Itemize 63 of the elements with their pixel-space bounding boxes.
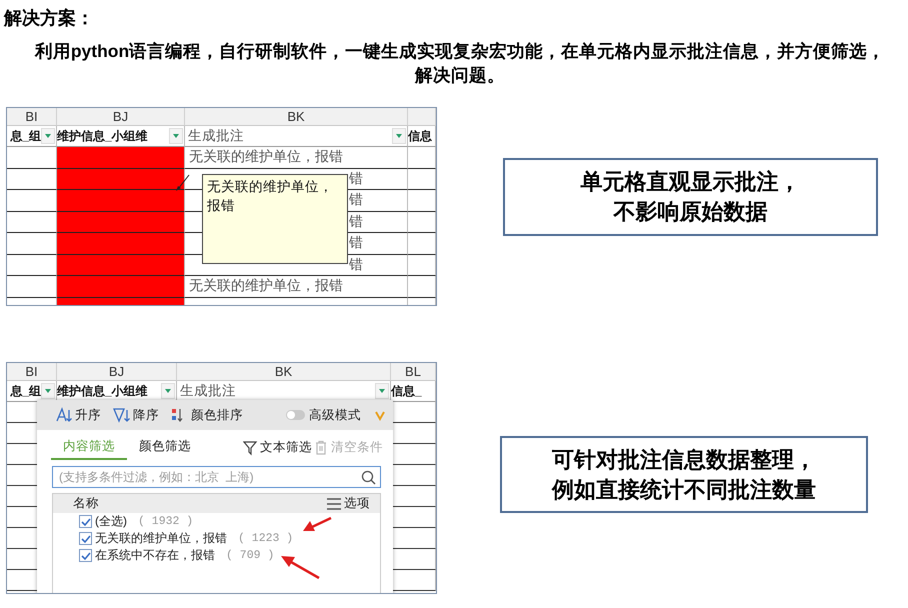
sort-button[interactable]: 颜色排序 bbox=[171, 406, 243, 424]
search-field[interactable]: (支持多条件过滤，例如：北京 上海) bbox=[52, 466, 381, 488]
color-sort-icon bbox=[172, 408, 183, 422]
arrow bbox=[281, 556, 320, 580]
action-button[interactable]: 文本筛选 bbox=[241, 439, 312, 460]
slide-description: 利用python语言编程，自行研制软件，一键生成实现复杂宏功能，在单元格内显示批注信息，并方便筛选，解决问题。 bbox=[34, 40, 886, 87]
option-label: (全选) bbox=[95, 513, 127, 530]
tab[interactable]: 颜色筛选 bbox=[127, 438, 203, 460]
filter-dropdown-button[interactable] bbox=[41, 128, 55, 144]
column-header[interactable]: BJ bbox=[57, 363, 177, 381]
checkbox[interactable] bbox=[79, 515, 92, 528]
header-cell-text: 生成批注 bbox=[187, 127, 245, 145]
sort-descending-icon bbox=[113, 408, 130, 423]
column-header[interactable]: BL bbox=[391, 363, 436, 381]
arrow bbox=[303, 516, 332, 531]
header-cell-text: 信息 bbox=[408, 128, 433, 144]
column-label: 名称 bbox=[73, 495, 99, 512]
header-cell-text: 信息_ bbox=[391, 382, 423, 400]
option-label: 无关联的维护单位，报错 bbox=[95, 530, 227, 547]
filter-dropdown-button[interactable] bbox=[375, 383, 389, 399]
table-cell-text: 错 bbox=[349, 234, 364, 252]
slide-title: 解决方案： bbox=[4, 7, 94, 30]
filter-dropdown-button[interactable] bbox=[169, 128, 183, 144]
option-count: ( 1223 ) bbox=[238, 532, 294, 545]
header-cell-text: 维护信息_小组维 bbox=[57, 128, 149, 144]
column-header[interactable]: BK bbox=[177, 363, 391, 381]
callout-text: 单元格直观显示批注， 不影响原始数据 bbox=[580, 168, 800, 226]
options-button[interactable]: 选项 bbox=[327, 495, 370, 512]
column-header[interactable]: BJ bbox=[57, 108, 185, 126]
table-cell-text: 无关联的维护单位，报错 bbox=[188, 148, 343, 166]
filter-dropdown-button[interactable] bbox=[392, 128, 406, 144]
column-header[interactable]: BK bbox=[185, 108, 408, 126]
chevron-icon[interactable] bbox=[375, 411, 385, 420]
comment-note: 无关联的维护单位，报错 bbox=[202, 174, 348, 264]
table-cell-text: 错 bbox=[349, 256, 364, 274]
table-cell-text: 无关联的维护单位，报错 bbox=[188, 277, 343, 296]
checkbox[interactable] bbox=[79, 532, 92, 545]
column-header[interactable]: BI bbox=[7, 108, 57, 126]
comment-pointer bbox=[176, 174, 190, 191]
option-label: 在系统中不存在，报错 bbox=[95, 547, 215, 564]
option-count: ( 1932 ) bbox=[138, 515, 194, 528]
sort-button[interactable]: 降序 bbox=[113, 406, 159, 424]
column-header[interactable]: BI bbox=[7, 363, 57, 381]
table-cell-text: 错 bbox=[349, 170, 364, 188]
header-cell-text: 生成批注 bbox=[179, 382, 237, 400]
filter-dropdown-button[interactable] bbox=[161, 383, 175, 399]
table-cell-text: 错 bbox=[349, 212, 364, 231]
header-cell: 息_组 bbox=[10, 128, 41, 144]
option-count: ( 709 ) bbox=[226, 549, 274, 562]
search-icon[interactable] bbox=[362, 470, 376, 484]
toggle-label: 高级模式 bbox=[309, 406, 361, 424]
table-cell-text: 错 bbox=[349, 191, 364, 210]
trash-icon bbox=[315, 440, 327, 454]
sort-ascending-icon bbox=[56, 407, 72, 422]
menu-icon bbox=[327, 498, 341, 510]
toggle-switch[interactable] bbox=[286, 410, 305, 420]
checkbox[interactable] bbox=[79, 549, 92, 562]
callout-text: 可针对批注信息数据整理， 例如直接统计不同批注数量 bbox=[552, 446, 816, 504]
header-cell-text: 维护信息_小组维 bbox=[57, 382, 149, 400]
filter-dropdown-button[interactable] bbox=[41, 383, 55, 399]
funnel-icon bbox=[243, 440, 258, 455]
header-cell: 息_组 bbox=[10, 382, 41, 400]
sort-button[interactable]: 升序 bbox=[55, 406, 101, 424]
